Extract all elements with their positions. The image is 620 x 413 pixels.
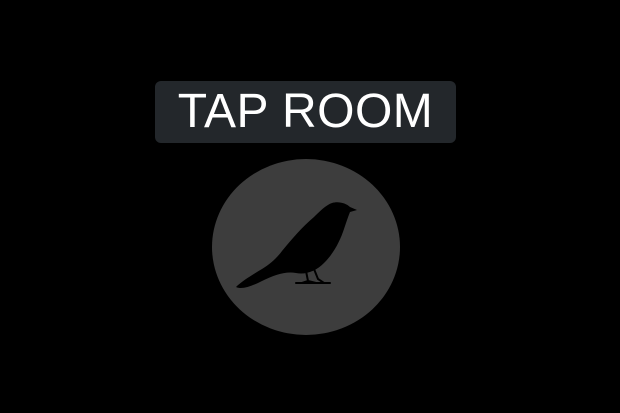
bird-icon xyxy=(236,202,357,289)
avatar[interactable] xyxy=(212,159,400,335)
screen: TAP ROOM xyxy=(0,0,620,413)
page-title: TAP ROOM xyxy=(177,85,434,138)
title-badge: TAP ROOM xyxy=(155,81,456,143)
